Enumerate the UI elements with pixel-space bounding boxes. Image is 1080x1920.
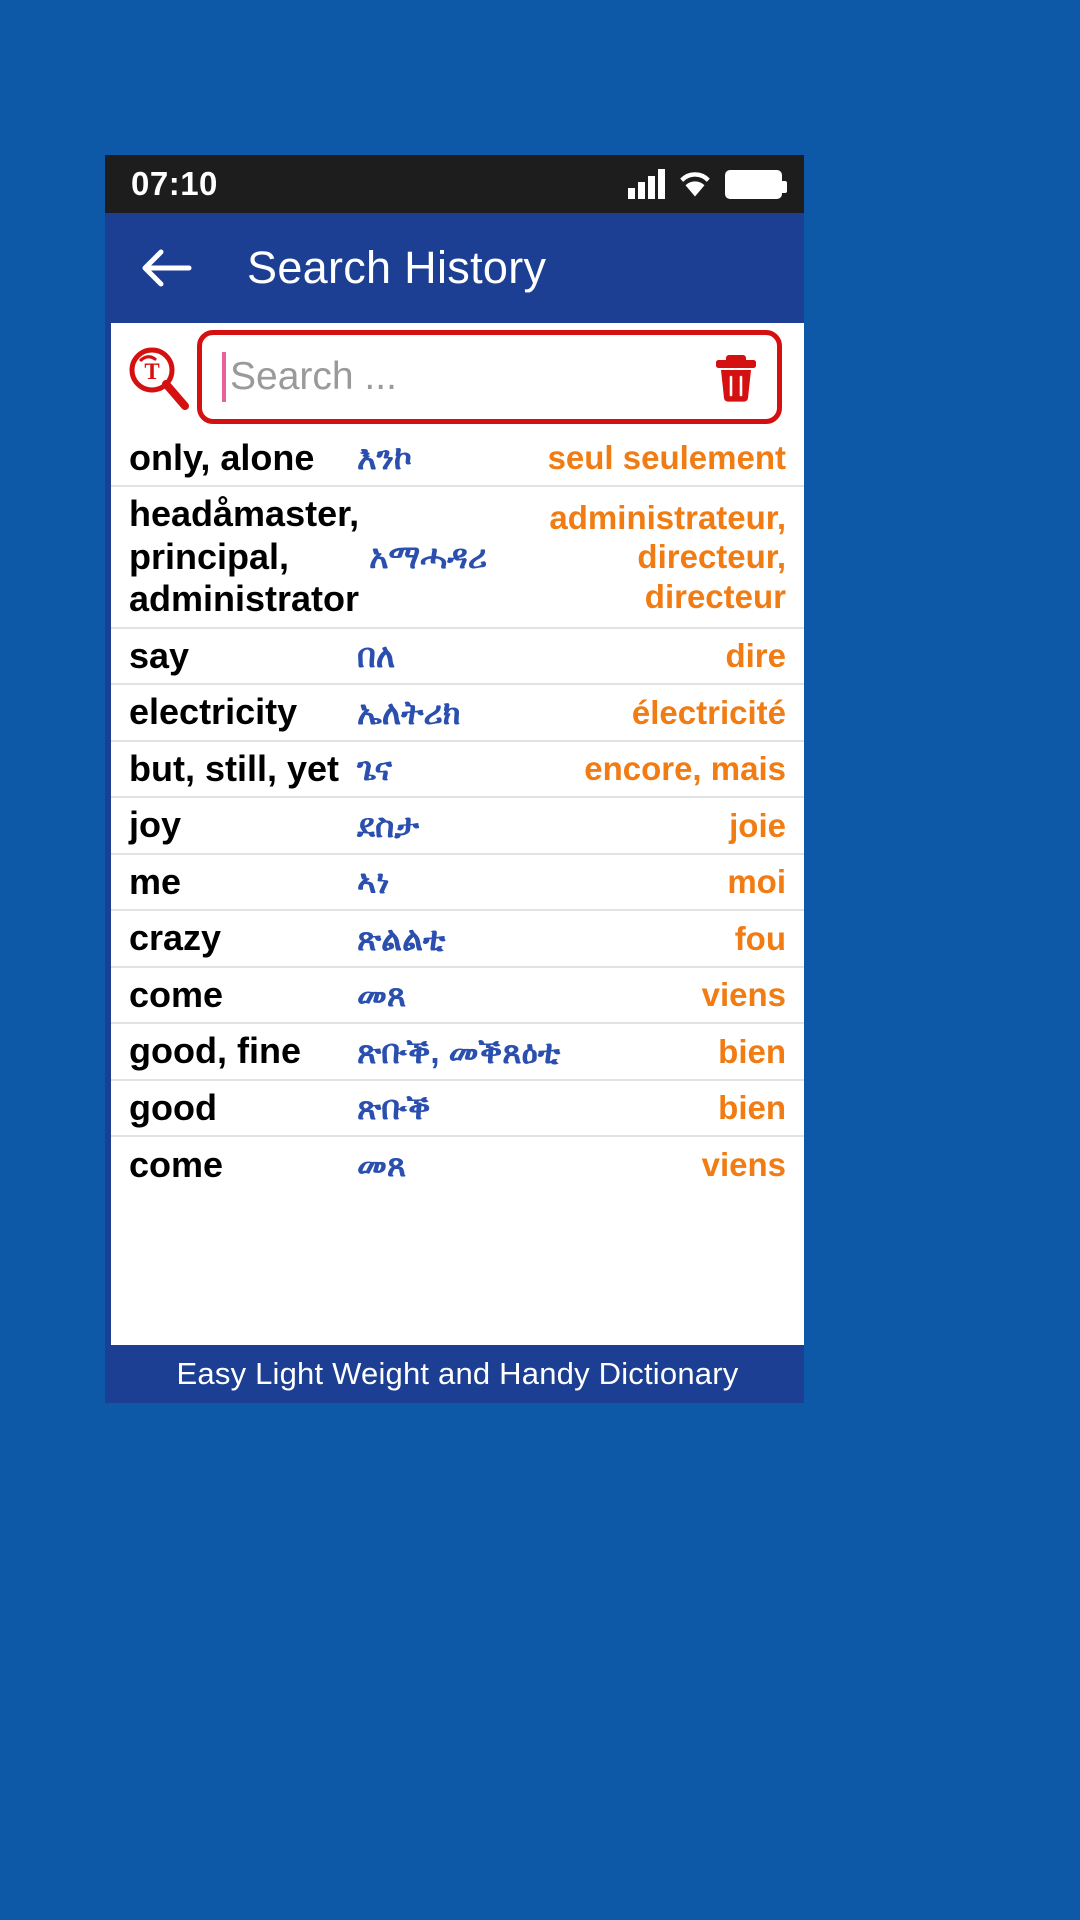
table-row[interactable]: good ጽቡቕ bien	[111, 1081, 804, 1138]
phone-frame: 07:10 Search History T Search ... only, …	[105, 155, 804, 1403]
row-english: me	[129, 860, 182, 902]
content-card: T Search ... only, alone እንኮ seul seulem…	[105, 323, 804, 1403]
row-english: electricity	[129, 691, 298, 733]
row-tigrinya: ደስታ	[357, 806, 420, 844]
row-tigrinya: እንኮ	[357, 439, 413, 477]
trash-icon[interactable]	[713, 351, 759, 403]
row-tigrinya: መጸ	[357, 1146, 407, 1184]
row-tigrinya: አማሓዳሪ	[369, 538, 488, 576]
row-french: seul seulement	[547, 439, 786, 477]
text-caret	[222, 352, 226, 402]
row-tigrinya: መጸ	[357, 976, 407, 1014]
row-english: only, alone	[129, 437, 315, 478]
battery-icon	[725, 170, 787, 199]
table-row[interactable]: come መጸ viens	[111, 1137, 804, 1193]
row-english: but, still, yet	[129, 747, 340, 789]
row-english: headåmaster, principal, administrator	[129, 493, 360, 620]
table-row[interactable]: headåmaster, principal, administrator አማ…	[111, 487, 804, 629]
status-time: 07:10	[131, 165, 218, 202]
row-french: viens	[701, 976, 786, 1014]
table-row[interactable]: say በለ dire	[111, 629, 804, 686]
table-row[interactable]: crazy ጽልልቲ fou	[111, 911, 804, 968]
row-tigrinya: ጽቡቕ	[357, 1089, 431, 1127]
app-screen: 07:10 Search History T Search ... only, …	[0, 0, 1080, 1920]
signal-icon	[628, 169, 665, 199]
search-history-list[interactable]: only, alone እንኮ seul seulement headåmast…	[111, 431, 804, 1345]
row-french: dire	[725, 637, 786, 675]
row-tigrinya: ኣነ	[357, 863, 390, 901]
table-row[interactable]: come መጸ viens	[111, 968, 804, 1025]
table-row[interactable]: only, alone እንኮ seul seulement	[111, 431, 804, 488]
wifi-icon	[678, 169, 712, 199]
tigrinya-search-icon[interactable]: T	[125, 344, 191, 410]
table-row[interactable]: electricity ኤለትሪክ électricité	[111, 685, 804, 742]
row-tigrinya: ጽቡቕ, መቕጸዕቲ	[357, 1032, 561, 1070]
table-row[interactable]: good, fine ጽቡቕ, መቕጸዕቲ bien	[111, 1024, 804, 1081]
row-english: crazy	[129, 917, 222, 959]
row-english: good	[129, 1086, 217, 1128]
row-french: fou	[734, 919, 786, 957]
app-bar: Search History	[105, 213, 804, 323]
row-english: joy	[129, 804, 182, 846]
table-row[interactable]: joy ደስታ joie	[111, 798, 804, 855]
back-arrow-icon[interactable]	[137, 239, 195, 297]
status-bar: 07:10	[105, 155, 804, 213]
row-french: viens	[701, 1146, 786, 1184]
row-english: come	[129, 1143, 224, 1185]
row-tigrinya: ጽልልቲ	[357, 919, 446, 957]
search-input-wrapper[interactable]: Search ...	[197, 330, 782, 424]
search-input[interactable]: Search ...	[230, 355, 713, 399]
search-row: T Search ...	[111, 323, 804, 431]
row-tigrinya: በለ	[357, 637, 396, 675]
row-french: bien	[718, 1032, 786, 1070]
svg-text:T: T	[144, 359, 159, 384]
row-french: administrateur, directeur, directeur	[549, 498, 786, 615]
page-title: Search History	[247, 242, 547, 293]
row-french: joie	[729, 806, 786, 844]
row-english: say	[129, 634, 190, 676]
row-french: moi	[727, 863, 786, 901]
row-french: encore, mais	[584, 750, 786, 788]
row-french: électricité	[631, 693, 786, 731]
row-english: good, fine	[129, 1030, 301, 1072]
table-row[interactable]: but, still, yet ጌና encore, mais	[111, 742, 804, 799]
table-row[interactable]: me ኣነ moi	[111, 855, 804, 912]
footer-tagline: Easy Light Weight and Handy Dictionary	[111, 1345, 804, 1403]
row-tigrinya: ጌና	[357, 750, 392, 788]
row-english: come	[129, 973, 224, 1015]
status-icon-group	[628, 169, 787, 199]
row-french: bien	[718, 1089, 786, 1127]
row-tigrinya: ኤለትሪክ	[357, 693, 461, 731]
